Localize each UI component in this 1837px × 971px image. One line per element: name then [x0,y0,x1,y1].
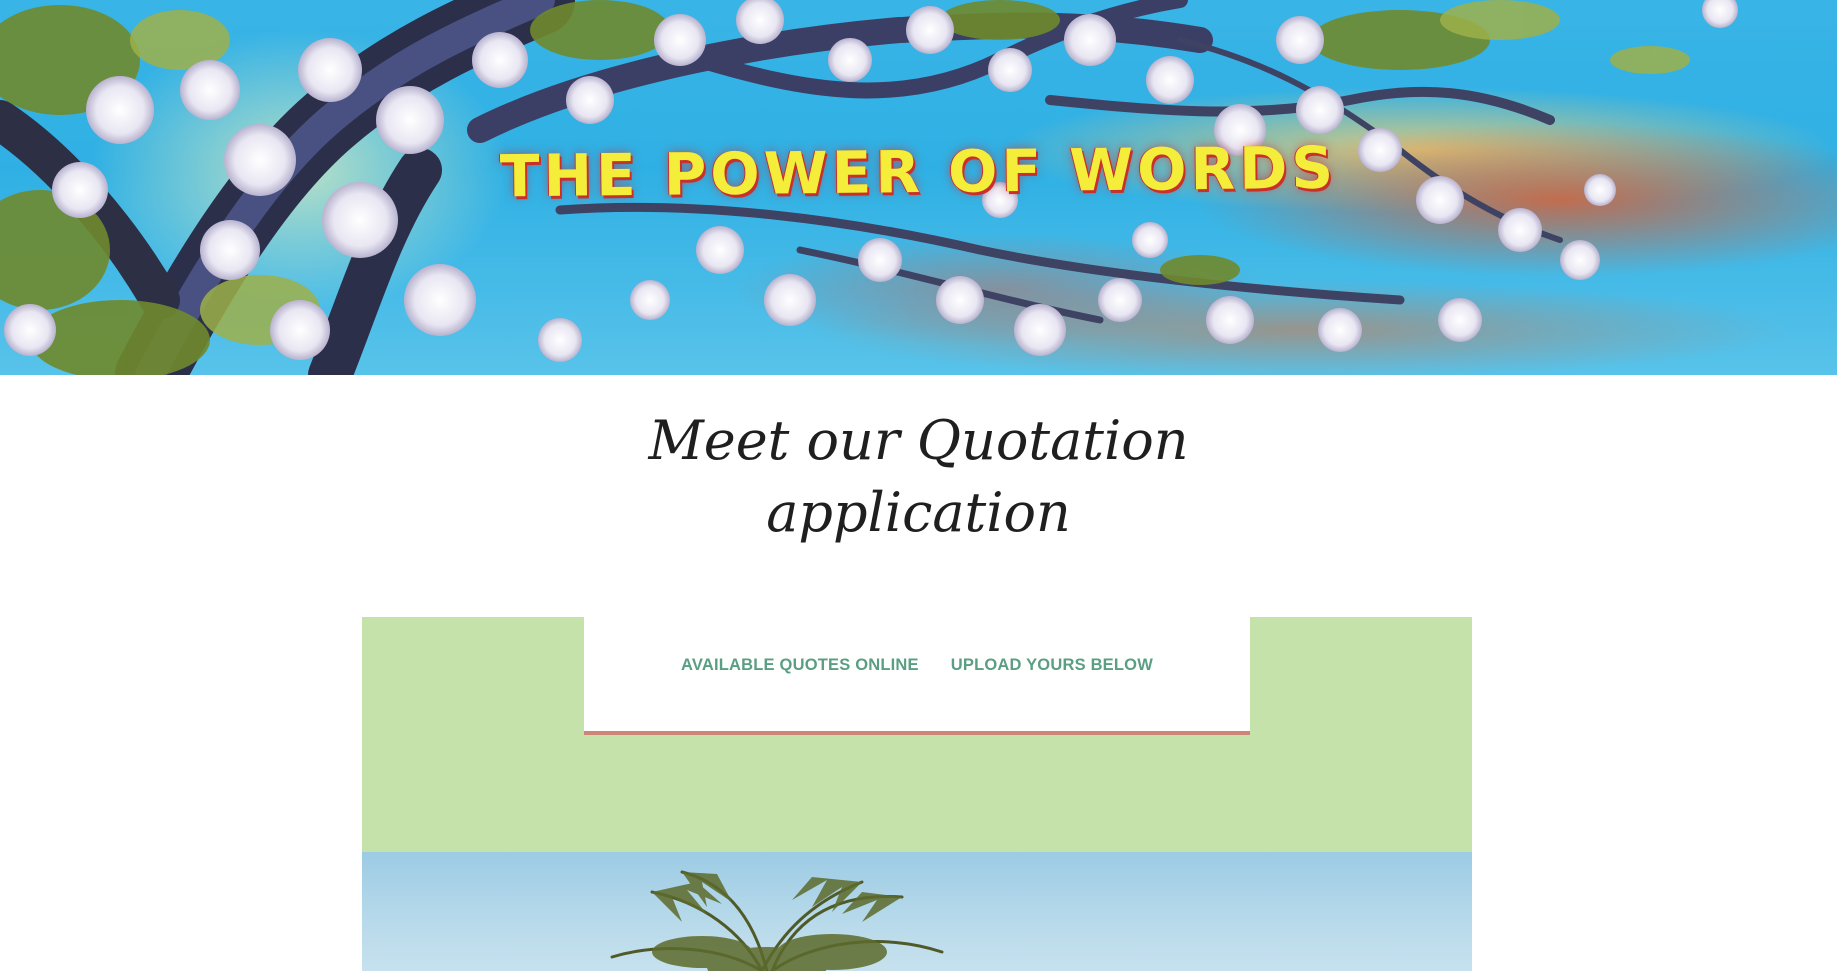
page-heading: Meet our Quotation application [0,405,1837,549]
heading-line-2: application [766,481,1071,544]
nav-card: AVAILABLE QUOTES ONLINE UPLOAD YOURS BEL… [584,617,1250,735]
nav-link-available-quotes[interactable]: AVAILABLE QUOTES ONLINE [681,656,919,675]
heading-line-1: Meet our Quotation [648,409,1189,472]
nav-link-upload-yours[interactable]: UPLOAD YOURS BELOW [951,656,1153,675]
palm-tree-photo [362,852,1472,971]
palm-tree-image [610,870,944,971]
nav-links: AVAILABLE QUOTES ONLINE UPLOAD YOURS BEL… [584,656,1250,675]
hero-banner: THE POWER OF WORDS [0,0,1837,375]
